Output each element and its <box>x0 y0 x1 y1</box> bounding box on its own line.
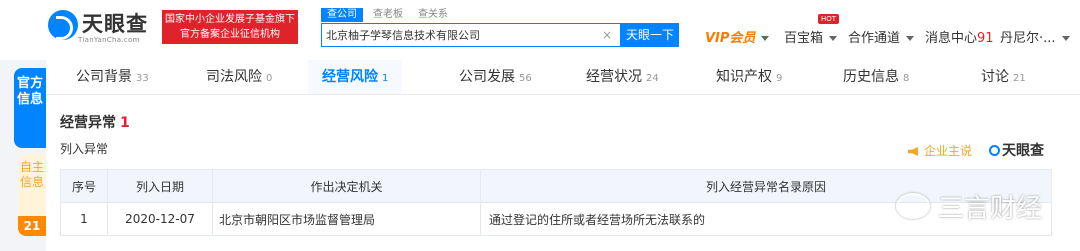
side-tab-self-count: 21 <box>18 216 46 236</box>
chevron-down-icon <box>829 36 838 41</box>
chevron-down-icon <box>761 36 770 41</box>
user-menu[interactable]: 丹尼尔·... <box>1000 27 1070 46</box>
chevron-down-icon <box>1061 36 1070 41</box>
banner-line-2: 官方备案企业征信机构 <box>180 29 280 40</box>
tianyancha-logo-icon <box>48 10 78 40</box>
search-input[interactable] <box>326 26 596 44</box>
owner-says-link[interactable]: 企业主说 <box>908 142 972 159</box>
hot-badge: HOT <box>818 14 840 24</box>
tab-label: 公司背景 <box>76 69 132 85</box>
tab-count: 0 <box>266 73 273 84</box>
tab-count: 56 <box>519 73 532 84</box>
brand-mark: 天眼查 <box>989 140 1044 160</box>
tab-company-development[interactable]: 公司发展 56 <box>459 60 532 94</box>
cell-date: 2020-12-07 <box>107 202 213 236</box>
tab-count: 8 <box>903 73 910 84</box>
tab-count: 9 <box>776 73 783 84</box>
cell-index: 1 <box>60 202 108 236</box>
tab-count: 24 <box>646 73 659 84</box>
search-tab-boss[interactable]: 查老板 <box>373 8 403 22</box>
brand-mark-label: 天眼查 <box>1002 143 1044 159</box>
banner-line-1: 国家中小企业发展子基金旗下 <box>165 14 295 25</box>
message-count: 91 <box>977 31 994 46</box>
section-count: 1 <box>120 115 130 131</box>
wechat-icon <box>896 193 930 219</box>
tab-company-background[interactable]: 公司背景 33 <box>76 60 149 94</box>
side-tab-official[interactable]: 官方信息 <box>14 68 46 148</box>
section-title-label: 经营异常 <box>60 115 116 131</box>
watermark: 三言财经 <box>896 188 1042 225</box>
tab-business-risk[interactable]: 经营风险 1 <box>308 60 403 94</box>
tab-operating-status[interactable]: 经营状况 24 <box>586 60 659 94</box>
clear-icon[interactable]: × <box>602 28 612 42</box>
treasure-menu[interactable]: 百宝箱 <box>784 27 838 46</box>
treasure-label: 百宝箱 <box>784 31 824 46</box>
vip-menu[interactable]: VIP会员 <box>705 27 770 46</box>
tab-judicial-risk[interactable]: 司法风险 0 <box>206 60 272 94</box>
category-tabs: 公司背景 33 司法风险 0 经营风险 1 公司发展 56 经营状况 24 知识产权 9 历… <box>46 60 1080 95</box>
message-label: 消息中心 <box>925 31 978 46</box>
tab-intellectual-property[interactable]: 知识产权 9 <box>716 60 782 94</box>
search-tab-relation[interactable]: 查关系 <box>418 8 448 22</box>
section-title: 经营异常 1 <box>60 112 130 132</box>
search-tab-company[interactable]: 查公司 <box>321 8 363 22</box>
section-subtitle: 列入异常 <box>60 142 109 156</box>
tab-label: 历史信息 <box>843 69 899 85</box>
watermark-text: 三言财经 <box>938 194 1043 224</box>
logo-subtitle: TianYanCha.com <box>78 36 140 44</box>
owner-says-label: 企业主说 <box>924 144 973 158</box>
site-logo[interactable]: 天眼查 TianYanCha.com <box>48 8 156 48</box>
search-box: × <box>321 23 621 47</box>
channel-label: 合作通道 <box>848 31 901 46</box>
tab-history[interactable]: 历史信息 8 <box>843 60 909 94</box>
user-name: 丹尼尔·... <box>1000 31 1056 46</box>
tab-discussion[interactable]: 讨论 21 <box>981 60 1026 94</box>
tab-count: 1 <box>382 73 389 84</box>
certification-banner: 国家中小企业发展子基金旗下 官方备案企业征信机构 <box>162 10 298 44</box>
tab-label: 讨论 <box>981 69 1009 85</box>
tab-label: 知识产权 <box>716 69 772 85</box>
side-tab-self-label: 自主信息 <box>19 160 44 189</box>
message-center[interactable]: 消息中心91 <box>925 27 994 46</box>
tab-label: 经营状况 <box>586 69 642 85</box>
chevron-down-icon <box>906 36 915 41</box>
speaker-icon <box>908 147 918 156</box>
top-bar: 天眼查 TianYanCha.com 国家中小企业发展子基金旗下 官方备案企业征… <box>0 0 1080 60</box>
vip-label: VIP会员 <box>705 31 756 46</box>
tab-label: 公司发展 <box>459 69 515 85</box>
tab-count: 33 <box>136 73 149 84</box>
tab-label: 司法风险 <box>206 69 262 85</box>
side-tab-self[interactable]: 自主信息 21 <box>18 154 46 236</box>
column-header-index: 序号 <box>60 169 108 203</box>
column-header-date: 列入日期 <box>107 169 213 203</box>
tab-count: 21 <box>1013 73 1026 84</box>
logo-name: 天眼查 <box>82 12 148 36</box>
channel-menu[interactable]: 合作通道 <box>848 27 915 46</box>
column-header-authority: 作出决定机关 <box>212 169 481 203</box>
tianyancha-logo-icon <box>989 145 1000 156</box>
tab-label: 经营风险 <box>322 69 378 85</box>
search-button[interactable]: 天眼一下 <box>621 23 679 47</box>
cell-authority: 北京市朝阳区市场监督管理局 <box>212 202 481 236</box>
